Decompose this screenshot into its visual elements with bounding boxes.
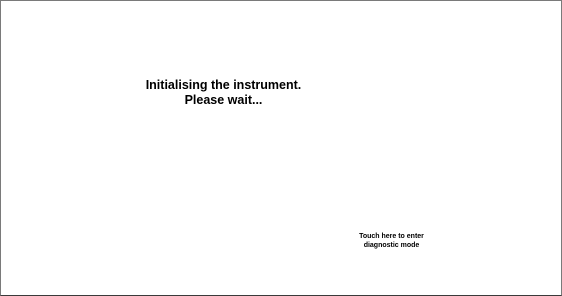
diagnostic-label-line1: Touch here to enter <box>359 233 424 240</box>
instrument-screen: Initialising the instrument. Please wait… <box>0 0 562 296</box>
enter-diagnostic-mode-button[interactable]: Touch here to enter diagnostic mode <box>334 230 449 256</box>
initialising-message-line2: Please wait... <box>184 93 263 107</box>
diagnostic-label-line2: diagnostic mode <box>363 242 420 249</box>
initialising-message: Initialising the instrument. Please wait… <box>101 78 346 108</box>
initialising-message-line1: Initialising the instrument. <box>145 78 302 92</box>
